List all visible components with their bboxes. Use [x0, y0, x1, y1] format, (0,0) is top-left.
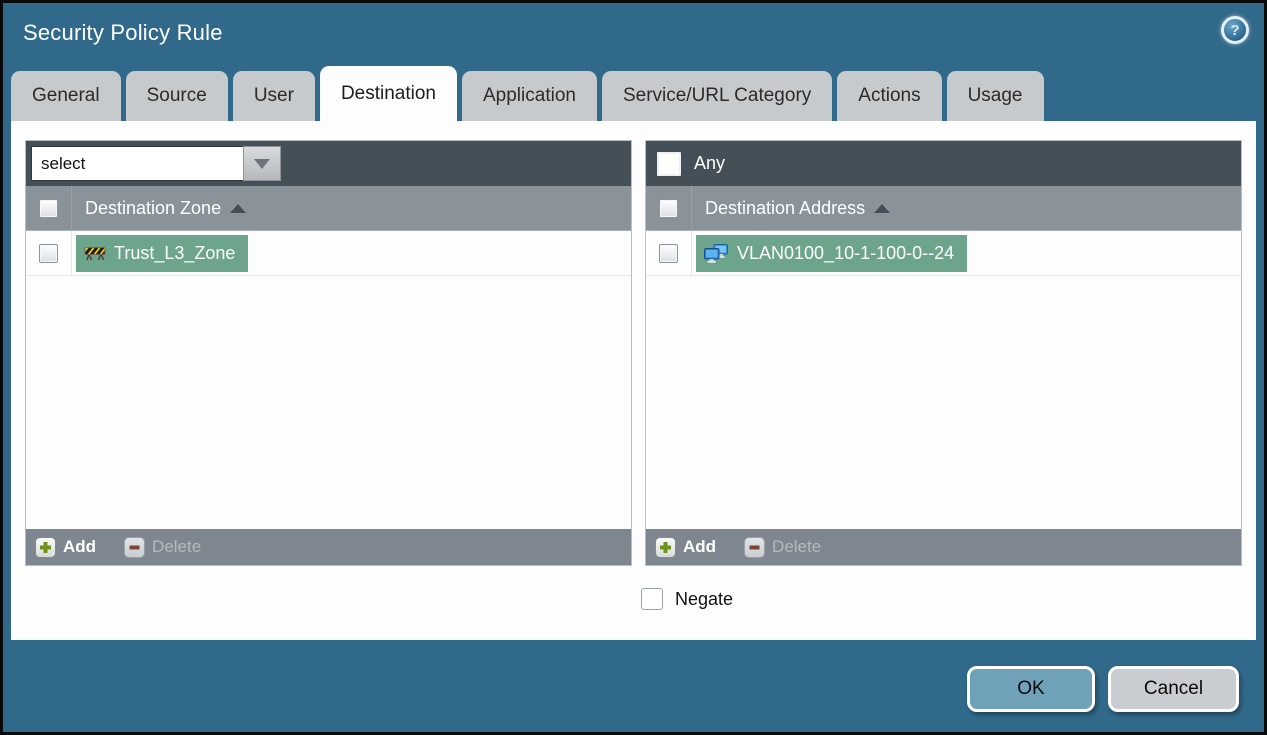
zone-select-dropdown[interactable]: select [31, 146, 281, 181]
address-table-header: Destination Address [646, 186, 1241, 231]
address-delete-button[interactable]: Delete [744, 536, 822, 558]
zone-add-button[interactable]: Add [35, 536, 97, 558]
negate-label: Negate [675, 588, 734, 609]
tab-general[interactable]: General [11, 71, 121, 121]
tab-content: select Destination Zone Trust_L3_Zone Ad… [11, 121, 1256, 640]
address-column-header[interactable]: Destination Address [705, 197, 891, 219]
tab-strip: General Source User Destination Applicat… [3, 62, 1264, 121]
zone-icon [84, 247, 106, 261]
zone-table-header: Destination Zone [26, 186, 631, 231]
address-column-header-label: Destination Address [705, 197, 866, 218]
zone-select-arrow-button[interactable] [243, 146, 281, 181]
dialog-titlebar: Security Policy Rule ? [3, 3, 1264, 62]
address-delete-label: Delete [772, 537, 822, 556]
destination-address-panel: Any Destination Address VLAN0100_10-1-10… [645, 140, 1242, 566]
address-add-button[interactable]: Add [655, 536, 717, 558]
security-policy-rule-dialog: Security Policy Rule ? General Source Us… [3, 3, 1264, 732]
zone-column-header[interactable]: Destination Zone [85, 197, 247, 219]
zone-item-label: Trust_L3_Zone [114, 242, 236, 263]
add-icon [655, 536, 676, 558]
tab-source[interactable]: Source [125, 71, 228, 121]
zone-row-checkbox-cell [26, 231, 72, 275]
dialog-title: Security Policy Rule [23, 19, 223, 45]
zone-delete-button[interactable]: Delete [124, 536, 202, 558]
zone-column-header-label: Destination Zone [85, 197, 222, 218]
sort-ascending-icon [874, 203, 891, 213]
negate-checkbox[interactable] [641, 588, 663, 610]
address-icon [704, 243, 728, 263]
table-row: VLAN0100_10-1-100-0--24 [646, 231, 1241, 276]
zone-item[interactable]: Trust_L3_Zone [76, 234, 249, 272]
zone-delete-label: Delete [152, 537, 202, 556]
address-add-label: Add [683, 537, 717, 556]
zone-row-checkbox[interactable] [39, 243, 58, 263]
address-table-body: VLAN0100_10-1-100-0--24 [646, 231, 1241, 529]
address-item[interactable]: VLAN0100_10-1-100-0--24 [696, 234, 968, 272]
any-checkbox[interactable] [657, 151, 681, 176]
any-label: Any [694, 153, 726, 173]
zone-select-value[interactable]: select [31, 146, 243, 181]
zone-panel-toolbar: select [26, 141, 631, 186]
chevron-down-icon [254, 158, 270, 169]
cancel-button[interactable]: Cancel [1108, 666, 1239, 712]
tab-destination[interactable]: Destination [319, 66, 457, 121]
address-row-checkbox-cell [646, 231, 692, 275]
dialog-button-bar: OK Cancel [3, 640, 1264, 732]
tab-service-url-category[interactable]: Service/URL Category [601, 71, 833, 121]
address-select-all-checkbox[interactable] [659, 198, 678, 218]
destination-zone-panel: select Destination Zone Trust_L3_Zone Ad… [25, 140, 632, 566]
address-panel-toolbar: Any [646, 141, 1241, 186]
tab-user[interactable]: User [232, 71, 315, 121]
add-icon [35, 536, 56, 558]
help-icon[interactable]: ? [1221, 16, 1249, 44]
sort-ascending-icon [230, 203, 247, 213]
tab-actions[interactable]: Actions [837, 71, 942, 121]
zone-table-body: Trust_L3_Zone [26, 231, 631, 529]
address-header-checkbox-cell [646, 186, 692, 230]
tab-usage[interactable]: Usage [946, 71, 1044, 121]
delete-icon [744, 536, 766, 558]
tab-application[interactable]: Application [462, 71, 597, 121]
zone-add-label: Add [63, 537, 97, 556]
delete-icon [124, 536, 146, 558]
address-panel-footer: Add Delete [646, 529, 1241, 565]
zone-select-all-checkbox[interactable] [39, 198, 58, 218]
ok-button[interactable]: OK [967, 666, 1095, 712]
address-item-label: VLAN0100_10-1-100-0--24 [737, 242, 955, 263]
negate-row: Negate [11, 588, 1256, 610]
table-row: Trust_L3_Zone [26, 231, 631, 276]
zone-panel-footer: Add Delete [26, 529, 631, 565]
help-glyph: ? [1230, 21, 1240, 39]
zone-header-checkbox-cell [26, 186, 72, 230]
address-row-checkbox[interactable] [659, 243, 678, 263]
